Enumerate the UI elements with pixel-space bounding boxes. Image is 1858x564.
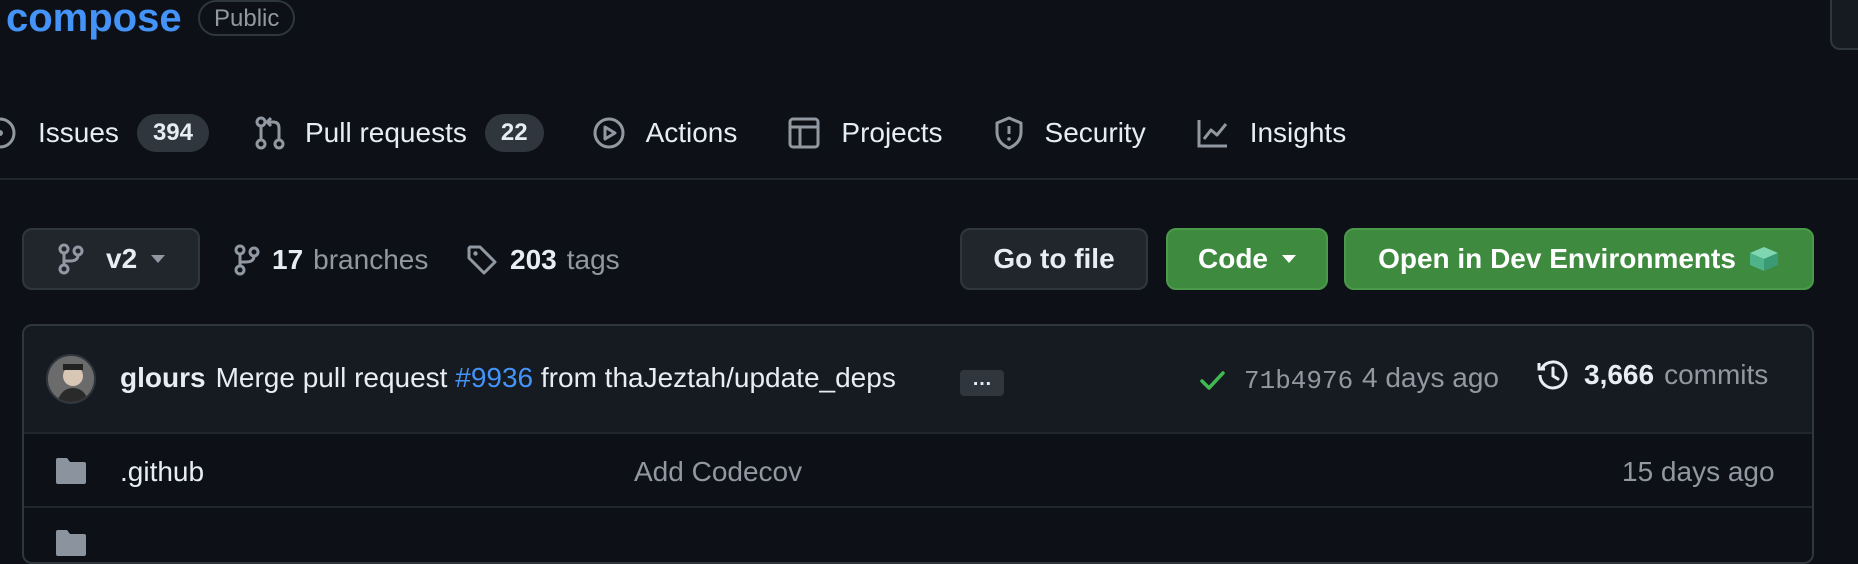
commit-age[interactable]: 4 days ago [1362,362,1499,394]
issue-opened-icon [0,115,18,151]
nav-divider [0,178,1858,180]
commit-message: glours Merge pull request #9936 from thaJ… [120,362,896,394]
tags-link[interactable]: 203 tags [466,240,620,280]
table-icon [787,116,821,150]
file-commit-age: 15 days ago [1622,456,1775,487]
graph-icon [1196,117,1230,149]
tab-actions[interactable]: Actions [592,100,738,166]
code-button[interactable]: Code [1166,228,1328,290]
pull-requests-counter: 22 [484,114,544,152]
commit-author[interactable]: glours [120,362,206,393]
tab-insights[interactable]: Insights [1196,100,1347,166]
tab-projects-label: Projects [841,117,943,148]
chevron-down-icon [1282,255,1296,263]
branches-count: 17 [272,244,304,275]
container-icon [1748,245,1780,273]
tab-pull-requests-label: Pull requests [304,117,467,148]
commits-count: 3,666 [1584,359,1655,390]
chevron-down-icon [151,255,166,263]
branch-selector-button[interactable]: v2 [22,228,200,290]
issues-counter: 394 [136,114,209,152]
commits-history-link[interactable]: 3,666 commits [1536,358,1768,392]
visibility-badge: Public [198,0,296,36]
commit-sha[interactable]: 71b4976 [1244,366,1353,396]
tag-icon [466,244,498,276]
check-icon[interactable] [1198,366,1226,394]
git-branch-icon [58,243,84,275]
go-to-file-button[interactable]: Go to file [960,228,1148,290]
branches-link[interactable]: 17 branches [234,240,428,280]
dev-environments-label: Open in Dev Environments [1378,243,1736,274]
tab-security[interactable]: Security [993,100,1146,166]
branch-name: v2 [106,243,138,274]
commit-message-prefix[interactable]: Merge pull request [216,362,448,393]
header-action-button[interactable] [1830,0,1858,50]
file-name[interactable]: .github [120,456,204,488]
tab-issues[interactable]: Issues 394 [0,100,209,166]
tags-count: 203 [510,244,557,275]
commit-message-suffix[interactable]: from thaJeztah/update_deps [541,362,896,393]
tags-label: tags [566,244,620,275]
tab-issues-label: Issues [38,117,119,148]
branches-label: branches [313,244,429,275]
open-dev-environments-button[interactable]: Open in Dev Environments [1344,228,1814,290]
repo-name[interactable]: compose [6,0,182,42]
repo-nav: Issues 394 Pull requests 22 Actions Proj… [0,100,1346,166]
play-icon [592,116,626,150]
pull-request-link[interactable]: #9936 [455,362,533,393]
git-pull-request-icon [255,116,285,150]
row-divider [24,432,1812,434]
tab-actions-label: Actions [645,117,738,148]
expand-commit-message-button[interactable]: … [960,369,1004,396]
tab-projects[interactable]: Projects [787,100,943,166]
folder-icon [54,456,88,486]
commits-label: commits [1664,359,1769,390]
tab-insights-label: Insights [1249,117,1347,148]
git-branch-icon [234,244,260,276]
shield-icon [993,115,1025,151]
tab-pull-requests[interactable]: Pull requests 22 [255,100,544,166]
history-icon [1536,358,1570,392]
file-commit-message[interactable]: Add Codecov [634,456,802,488]
code-button-label: Code [1198,243,1268,274]
avatar[interactable] [46,354,96,404]
tab-security-label: Security [1044,117,1146,148]
folder-icon [54,528,88,558]
row-divider [24,506,1812,508]
